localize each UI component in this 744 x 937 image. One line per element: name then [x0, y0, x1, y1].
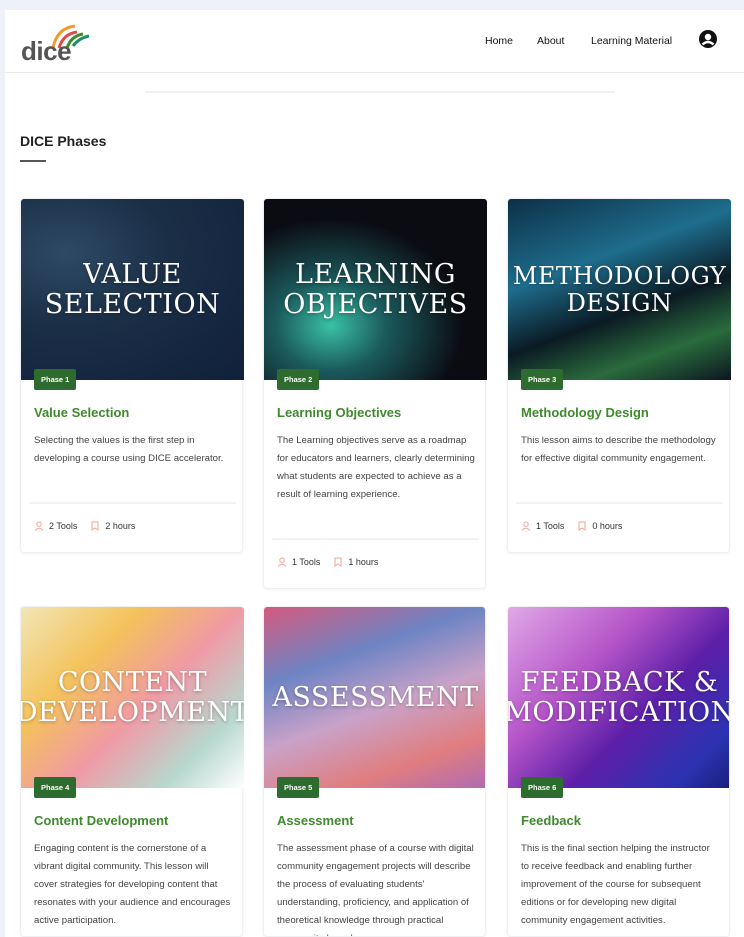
- top-divider: [145, 91, 615, 93]
- card-image[interactable]: FEEDBACK & MODIFICATION: [508, 607, 730, 788]
- tools-count: 2 Tools: [49, 521, 78, 531]
- card-title[interactable]: Assessment: [277, 813, 354, 828]
- bookmark-icon: [334, 557, 342, 567]
- card-meta: 1 Tools 0 hours: [521, 521, 622, 531]
- tools-count: 1 Tools: [536, 521, 565, 531]
- top-strip: [0, 0, 744, 10]
- user-circle-icon[interactable]: [698, 29, 718, 49]
- user-outline-icon: [277, 557, 287, 567]
- user-outline-icon: [521, 521, 531, 531]
- card-title[interactable]: Feedback: [521, 813, 581, 828]
- phase-card-3[interactable]: METHODOLOGY DESIGN Phase 3 Methodology D…: [507, 198, 731, 553]
- phase-badge: Phase 6: [521, 777, 564, 798]
- main-content: DICE Phases VALUE SELECTION Phase 1 Valu…: [5, 73, 744, 937]
- logo-text: dice: [21, 36, 72, 66]
- nav-home[interactable]: Home: [485, 35, 513, 47]
- card-description: Engaging content is the cornerstone of a…: [34, 843, 231, 926]
- phase-badge: Phase 2: [277, 369, 320, 390]
- card-image-text: LEARNING OBJECTIVES: [283, 258, 468, 320]
- card-meta: 2 Tools 2 hours: [34, 521, 135, 531]
- phase-card-5[interactable]: ASSESSMENT Phase 5 Assessment The assess…: [263, 606, 486, 937]
- phase-badge: Phase 5: [277, 777, 320, 798]
- card-description: This lesson aims to describe the methodo…: [521, 435, 716, 464]
- card-description: The assessment phase of a course with di…: [277, 843, 474, 936]
- card-image-text: CONTENT DEVELOPMENT: [21, 666, 244, 728]
- card-title[interactable]: Value Selection: [34, 405, 129, 420]
- card-image[interactable]: CONTENT DEVELOPMENT: [21, 607, 244, 788]
- card-image[interactable]: LEARNING OBJECTIVES: [264, 199, 487, 380]
- tools-count: 1 Tools: [292, 557, 321, 567]
- phase-badge: Phase 4: [34, 777, 77, 798]
- hours-count: 2 hours: [105, 521, 136, 531]
- phase-card-4[interactable]: CONTENT DEVELOPMENT Phase 4 Content Deve…: [20, 606, 244, 937]
- card-description: This is the final section helping the in…: [521, 843, 710, 926]
- card-image-text: METHODOLOGY DESIGN: [512, 262, 727, 317]
- card-title[interactable]: Learning Objectives: [277, 405, 401, 420]
- dice-logo[interactable]: dice: [19, 22, 99, 66]
- card-description: The Learning objectives serve as a roadm…: [277, 435, 475, 500]
- card-image[interactable]: METHODOLOGY DESIGN: [508, 199, 731, 380]
- card-image-text: FEEDBACK & MODIFICATION: [508, 666, 730, 728]
- card-separator: [516, 502, 723, 504]
- nav-about[interactable]: About: [537, 35, 564, 47]
- card-image[interactable]: VALUE SELECTION: [21, 199, 244, 380]
- phase-badge: Phase 1: [34, 369, 77, 390]
- user-outline-icon: [34, 521, 44, 531]
- phase-badge: Phase 3: [521, 369, 564, 390]
- nav-learning-material[interactable]: Learning Material: [591, 35, 672, 47]
- section-underline: [20, 160, 46, 162]
- phase-card-6[interactable]: FEEDBACK & MODIFICATION Phase 6 Feedback…: [507, 606, 730, 937]
- card-title[interactable]: Content Development: [34, 813, 168, 828]
- bookmark-icon: [578, 521, 586, 531]
- phase-card-1[interactable]: VALUE SELECTION Phase 1 Value Selection …: [20, 198, 244, 553]
- card-meta: 1 Tools 1 hours: [277, 557, 378, 567]
- card-image[interactable]: ASSESSMENT: [264, 607, 485, 788]
- card-image-text: VALUE SELECTION: [44, 258, 221, 320]
- bookmark-icon: [91, 521, 99, 531]
- section-title: DICE Phases: [20, 133, 107, 149]
- site-header: dice Home About Learning Material: [5, 10, 744, 73]
- card-separator: [272, 538, 479, 540]
- card-separator: [29, 502, 236, 504]
- card-image-text: ASSESSMENT: [272, 681, 479, 713]
- hours-count: 0 hours: [592, 521, 623, 531]
- hours-count: 1 hours: [348, 557, 379, 567]
- card-description: Selecting the values is the first step i…: [34, 435, 224, 464]
- card-title[interactable]: Methodology Design: [521, 405, 649, 420]
- phase-card-2[interactable]: LEARNING OBJECTIVES Phase 2 Learning Obj…: [263, 198, 487, 589]
